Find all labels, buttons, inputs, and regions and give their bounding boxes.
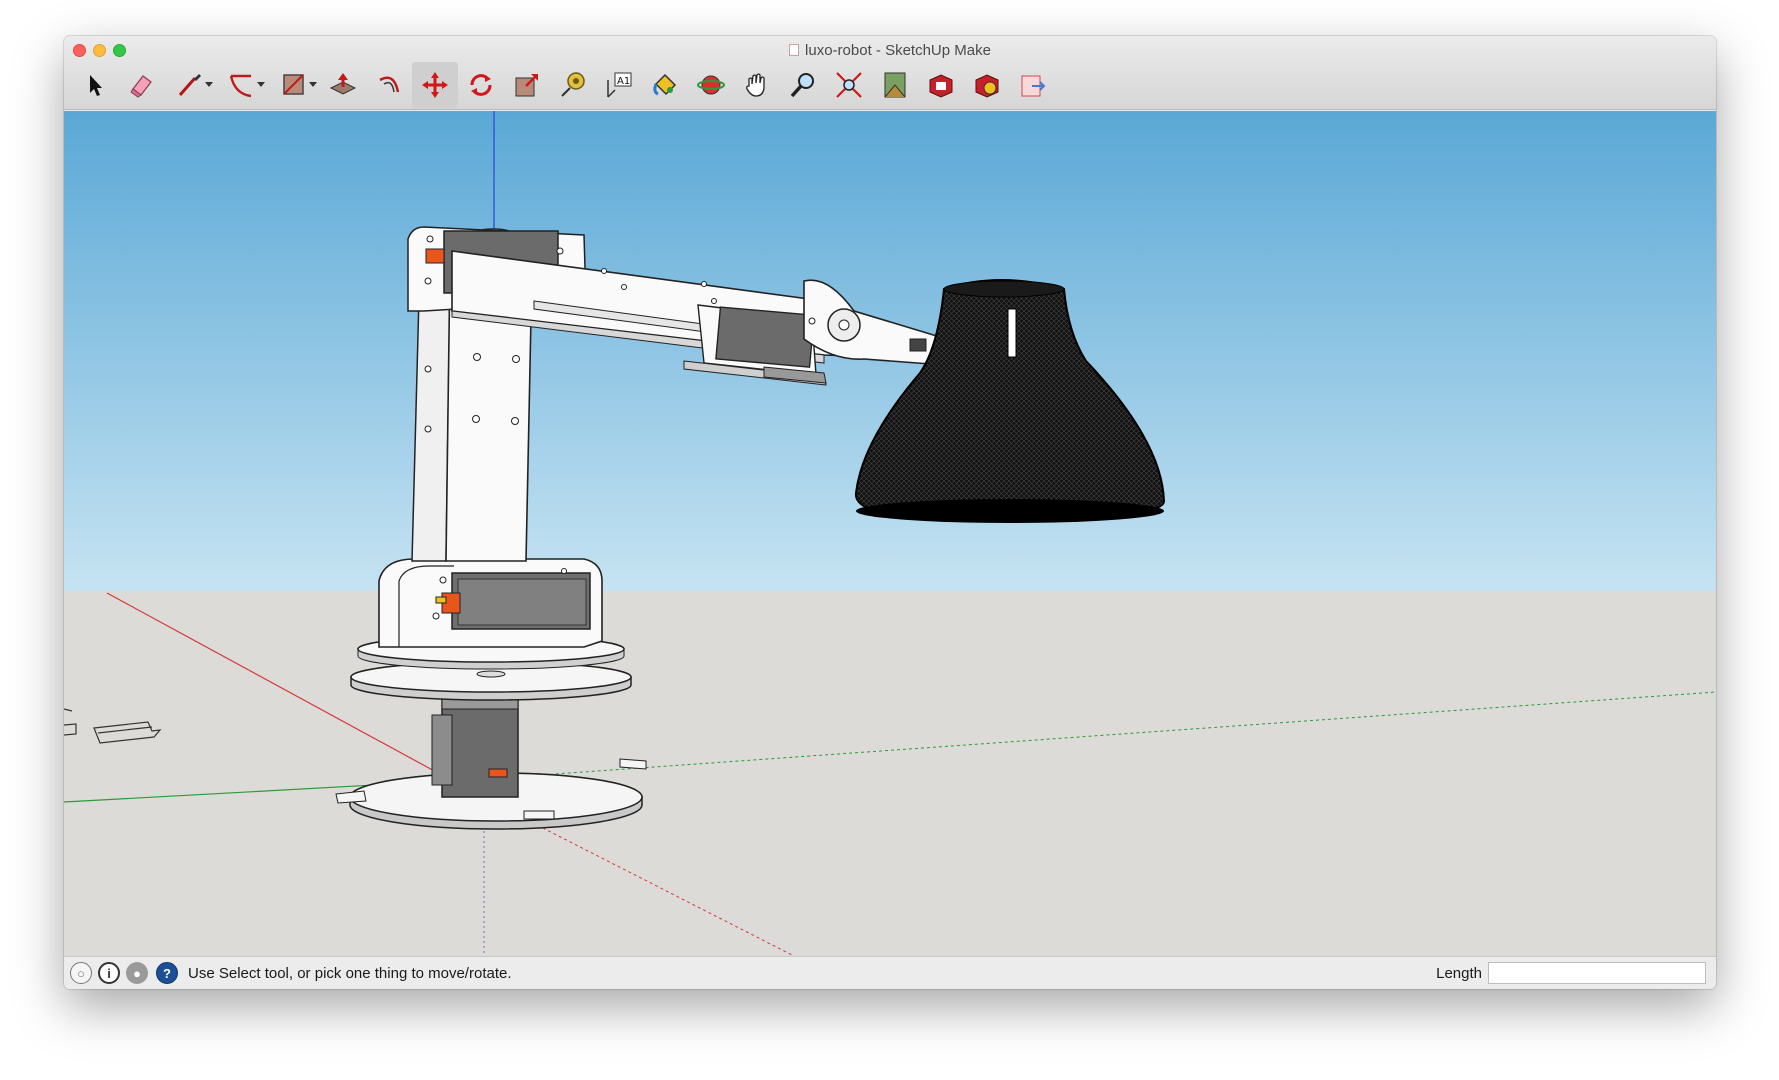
user-account-icon[interactable]: ● — [126, 962, 148, 984]
extension-manager-tool-icon — [975, 74, 999, 98]
push-pull-tool-button[interactable] — [320, 62, 366, 108]
status-bar: ○ i ● ? Use Select tool, or pick one thi… — [64, 956, 1716, 989]
geolocation-icon[interactable]: ○ — [70, 962, 92, 984]
measurements-input[interactable] — [1488, 962, 1706, 984]
app-window: luxo-robot - SketchUp Make A1 ○ i ● ? Us… — [64, 36, 1716, 989]
3d-warehouse-tool-button[interactable] — [872, 62, 918, 108]
text-tool-button[interactable]: A1 — [596, 62, 642, 108]
extension-manager-tool-button[interactable] — [964, 62, 1010, 108]
rotate-tool-icon — [470, 74, 492, 96]
ground — [64, 591, 1716, 956]
scale-tool-button[interactable] — [504, 62, 550, 108]
shoulder-bracket — [378, 558, 603, 648]
rotate-tool-button[interactable] — [458, 62, 504, 108]
chevron-down-icon[interactable] — [205, 82, 213, 87]
offset-tool-button[interactable] — [366, 62, 412, 108]
window-title-container: luxo-robot - SketchUp Make — [64, 42, 1716, 59]
document-icon — [789, 44, 800, 56]
eraser-tool-icon — [130, 75, 152, 98]
text-tool-icon: A1 — [607, 72, 632, 98]
rectangle-tool-button[interactable] — [268, 62, 320, 108]
title-bar: luxo-robot - SketchUp Make A1 — [64, 36, 1716, 110]
geolocation-glyph: ○ — [77, 965, 85, 981]
chevron-down-icon[interactable] — [257, 82, 265, 87]
tape-measure-tool-button[interactable] — [550, 62, 596, 108]
status-message: Use Select tool, or pick one thing to mo… — [188, 964, 512, 982]
send-to-layout-tool-icon — [1021, 75, 1046, 97]
extension-warehouse-tool-button[interactable] — [918, 62, 964, 108]
model-viewport[interactable] — [64, 111, 1716, 956]
zoom-tool-icon — [790, 73, 814, 98]
paint-bucket-tool-button[interactable] — [642, 62, 688, 108]
credits-glyph: i — [107, 965, 111, 981]
paint-bucket-tool-icon — [653, 73, 677, 96]
user-glyph: ● — [133, 965, 141, 981]
select-tool-icon — [90, 75, 102, 96]
zoom-extents-tool-icon — [836, 72, 862, 98]
chevron-down-icon[interactable] — [309, 82, 317, 87]
scene-canvas — [64, 111, 1716, 956]
eraser-tool-button[interactable] — [118, 62, 164, 108]
text-tool-glyph: A1 — [617, 76, 630, 87]
zoom-extents-tool-button[interactable] — [826, 62, 872, 108]
pan-tool-button[interactable] — [734, 62, 780, 108]
main-toolbar: A1 — [72, 62, 1056, 108]
push-pull-tool-icon — [329, 73, 357, 95]
help-glyph: ? — [163, 965, 171, 981]
base-servo — [431, 692, 519, 798]
pan-tool-icon — [746, 73, 765, 97]
move-tool-button[interactable] — [412, 62, 458, 108]
move-tool-icon — [422, 72, 448, 98]
arc-tool-icon — [229, 74, 252, 98]
orbit-tool-icon — [697, 75, 725, 95]
zoom-tool-button[interactable] — [780, 62, 826, 108]
arc-tool-button[interactable] — [216, 62, 268, 108]
rectangle-tool-icon — [283, 74, 304, 95]
line-tool-button[interactable] — [164, 62, 216, 108]
scale-tool-icon — [515, 74, 538, 97]
orbit-tool-button[interactable] — [688, 62, 734, 108]
select-tool-button[interactable] — [72, 62, 118, 108]
tape-measure-tool-icon — [561, 72, 585, 97]
instructor-help-icon[interactable]: ? — [156, 962, 178, 984]
measurements-label: Length — [1436, 964, 1482, 982]
warehouse-tool-icon — [884, 72, 906, 98]
line-tool-icon — [178, 74, 201, 96]
offset-tool-icon — [379, 76, 400, 93]
credits-icon[interactable]: i — [98, 962, 120, 984]
send-to-layout-tool-button[interactable] — [1010, 62, 1056, 108]
window-title: luxo-robot - SketchUp Make — [805, 42, 991, 59]
extension-warehouse-tool-icon — [929, 74, 953, 98]
